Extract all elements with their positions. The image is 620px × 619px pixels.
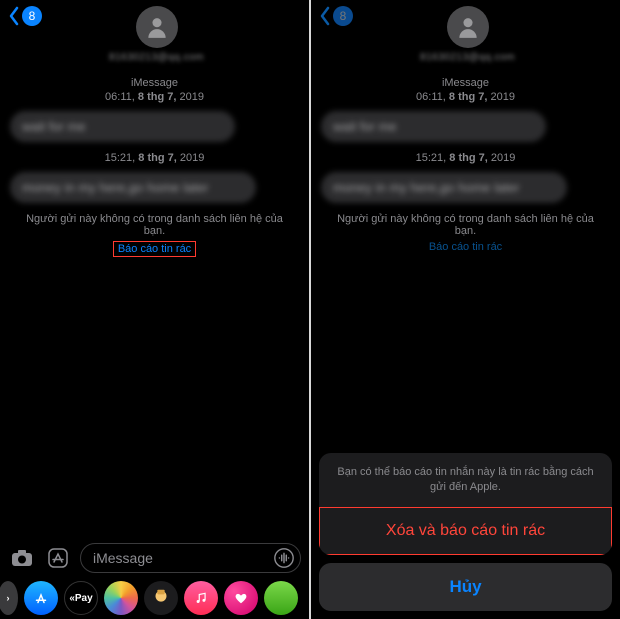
contact-avatar[interactable] bbox=[136, 6, 178, 48]
compose-bar: iMessage bbox=[0, 537, 309, 579]
service-label: iMessage bbox=[321, 77, 610, 89]
delete-report-button[interactable]: Xóa và báo cáo tin rác bbox=[319, 507, 612, 555]
sheet-message: Bạn có thể báo cáo tin nhắn này là tin r… bbox=[319, 453, 612, 507]
timestamp: 06:11, 8 thg 7, 2019 bbox=[10, 91, 299, 103]
action-sheet: Bạn có thể báo cáo tin nhắn này là tin r… bbox=[311, 445, 620, 619]
camera-icon bbox=[10, 548, 34, 568]
contact-avatar[interactable] bbox=[447, 6, 489, 48]
apple-music-icon[interactable] bbox=[184, 581, 218, 615]
phone-right: 8 81630213@qq.com iMessage 06:11, 8 thg … bbox=[311, 0, 620, 619]
service-label: iMessage bbox=[10, 77, 299, 89]
apple-pay-icon[interactable]: «Pay bbox=[64, 581, 98, 615]
appstore-button[interactable] bbox=[44, 545, 72, 571]
unknown-sender-notice: Người gửi này không có trong danh sách l… bbox=[10, 213, 299, 237]
chevron-left-icon bbox=[319, 6, 331, 26]
photos-icon[interactable] bbox=[104, 581, 138, 615]
person-icon bbox=[144, 14, 170, 40]
cancel-button[interactable]: Hủy bbox=[319, 563, 612, 611]
unknown-sender-notice: Người gửi này không có trong danh sách l… bbox=[321, 213, 610, 237]
message-bubble[interactable]: wait for me bbox=[10, 111, 235, 142]
contact-name: 81630213@qq.com bbox=[109, 52, 204, 63]
waveform-icon bbox=[273, 547, 295, 569]
message-bubble[interactable]: money in my here,go home later bbox=[321, 172, 567, 203]
unread-badge: 8 bbox=[22, 6, 42, 26]
back-button[interactable]: 8 bbox=[319, 6, 353, 26]
contact-name: 81630213@qq.com bbox=[420, 52, 515, 63]
timestamp: 06:11, 8 thg 7, 2019 bbox=[321, 91, 610, 103]
chevron-left-icon bbox=[8, 6, 20, 26]
memoji-icon[interactable] bbox=[144, 581, 178, 615]
report-junk-link[interactable]: Báo cáo tin rác bbox=[321, 241, 610, 253]
appstore-icon bbox=[46, 546, 70, 570]
report-junk-link[interactable]: Báo cáo tin rác bbox=[10, 241, 299, 257]
nav-header: 8 81630213@qq.com bbox=[0, 0, 309, 71]
back-button[interactable]: 8 bbox=[8, 6, 42, 26]
input-placeholder: iMessage bbox=[93, 550, 153, 566]
app-icon[interactable] bbox=[264, 581, 298, 615]
timestamp: 15:21, 8 thg 7, 2019 bbox=[321, 152, 610, 164]
app-store-icon[interactable] bbox=[24, 581, 58, 615]
message-bubble[interactable]: money in my here,go home later bbox=[10, 172, 256, 203]
nav-header: 8 81630213@qq.com bbox=[311, 0, 620, 71]
app-strip[interactable]: › «Pay bbox=[0, 579, 309, 619]
phone-left: 8 81630213@qq.com iMessage 06:11, 8 thg … bbox=[0, 0, 309, 619]
unread-badge: 8 bbox=[333, 6, 353, 26]
message-thread: iMessage 06:11, 8 thg 7, 2019 wait for m… bbox=[0, 71, 309, 537]
message-bubble[interactable]: wait for me bbox=[321, 111, 546, 142]
camera-button[interactable] bbox=[8, 545, 36, 571]
audio-button[interactable] bbox=[272, 546, 296, 570]
scroll-indicator-icon: › bbox=[0, 581, 18, 615]
timestamp: 15:21, 8 thg 7, 2019 bbox=[10, 152, 299, 164]
digital-touch-icon[interactable] bbox=[224, 581, 258, 615]
message-input[interactable]: iMessage bbox=[80, 543, 301, 573]
person-icon bbox=[455, 14, 481, 40]
